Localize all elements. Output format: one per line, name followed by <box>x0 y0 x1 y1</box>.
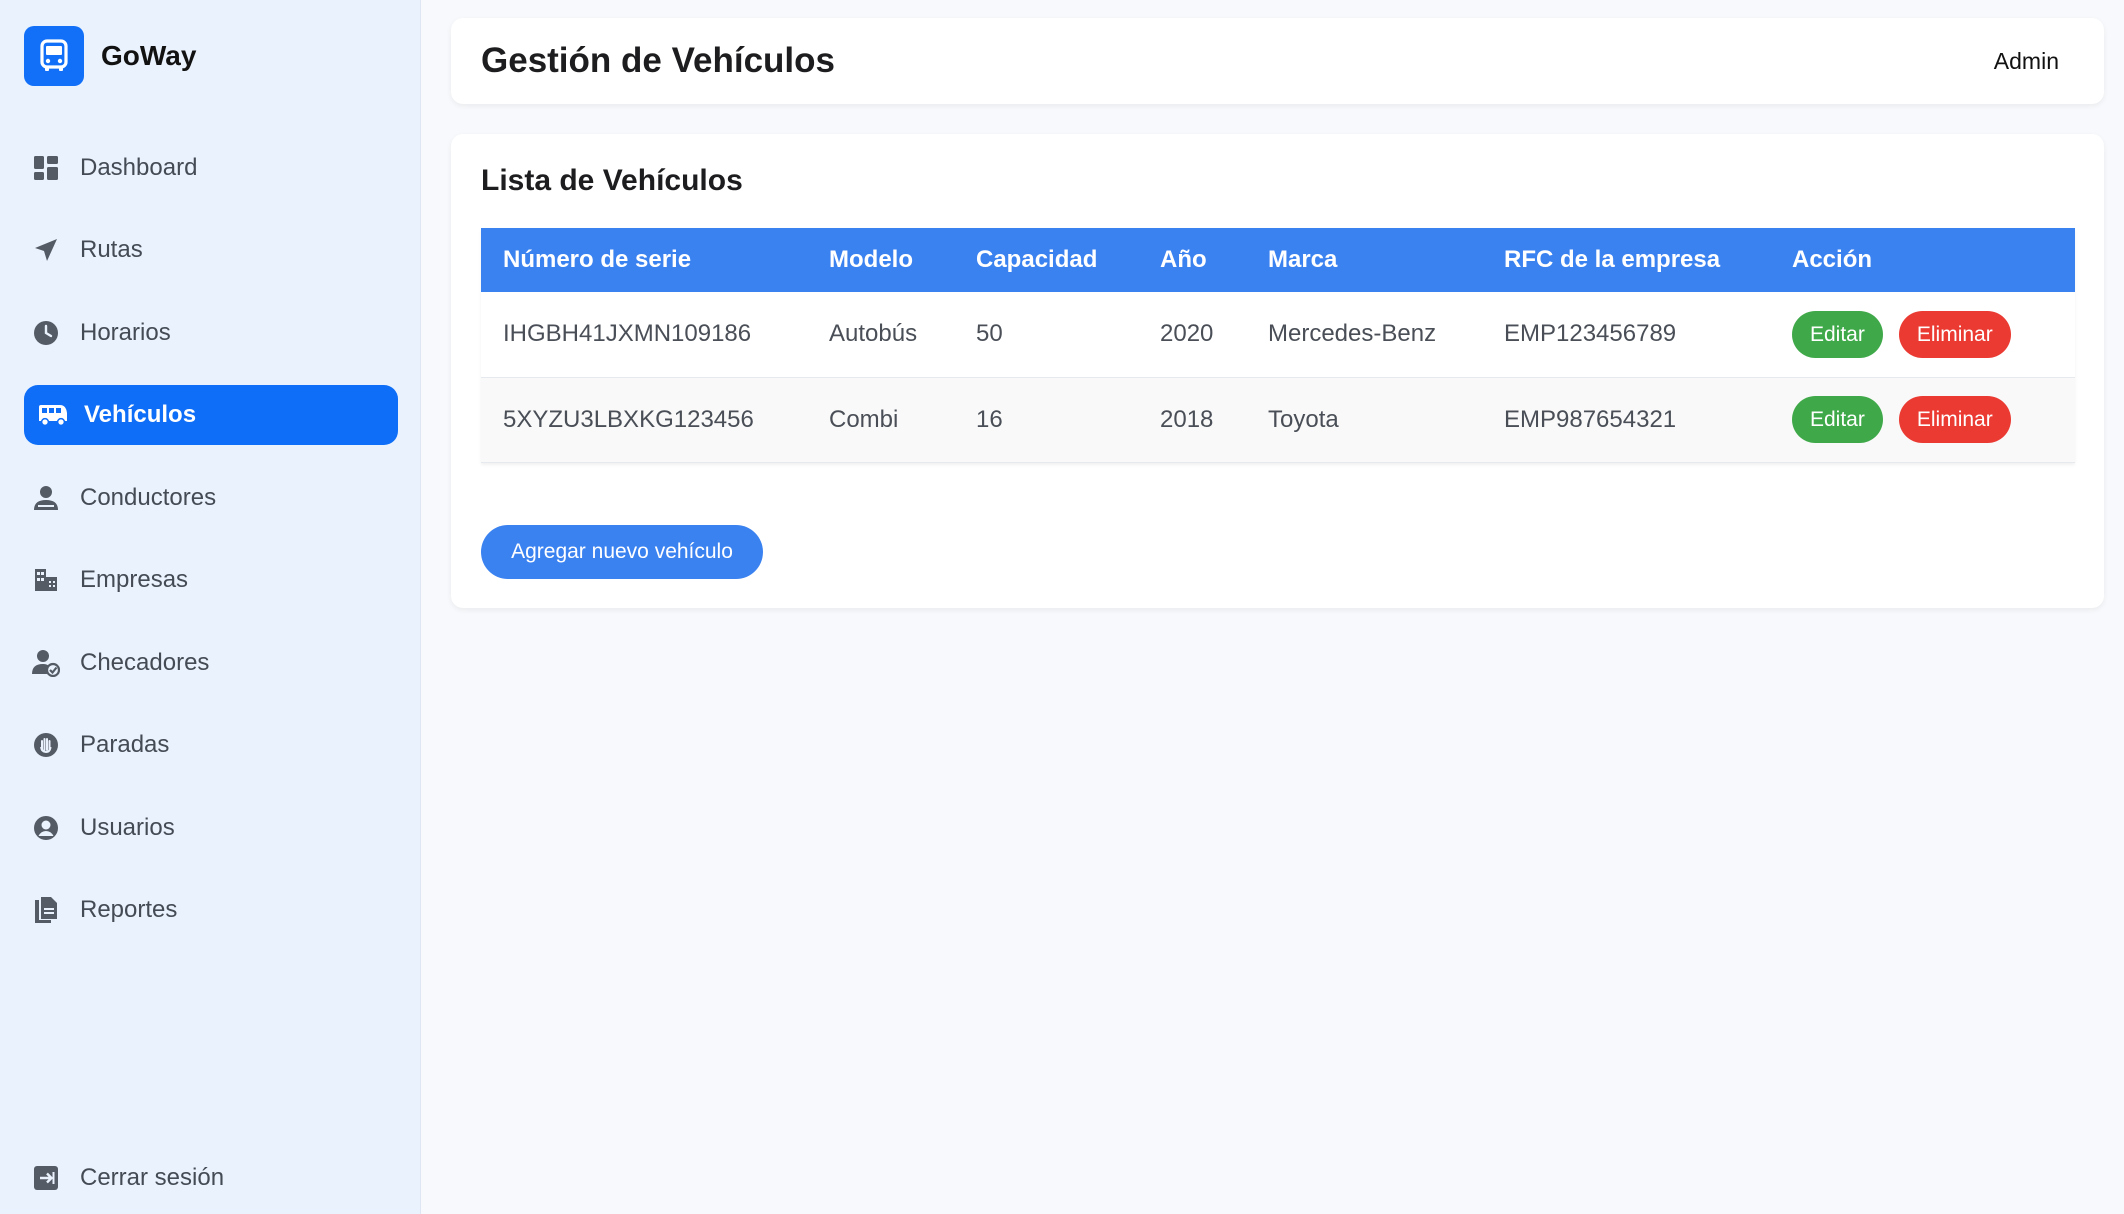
sidebar-item-checadores[interactable]: Checadores <box>24 633 398 693</box>
user-circle-icon <box>31 813 61 843</box>
cell-brand: Toyota <box>1246 377 1482 463</box>
sidebar-item-vehiculos[interactable]: Vehículos <box>24 385 398 445</box>
sidebar-item-rutas[interactable]: Rutas <box>24 220 398 280</box>
edit-button[interactable]: Editar <box>1792 396 1883 443</box>
sidebar-item-label: Rutas <box>80 236 143 263</box>
user-check-icon <box>31 648 61 678</box>
column-header: RFC de la empresa <box>1482 228 1770 292</box>
cell-actions: Editar Eliminar <box>1770 292 2075 378</box>
sidebar-item-horarios[interactable]: Horarios <box>24 303 398 363</box>
logout-button[interactable]: Cerrar sesión <box>24 1148 224 1208</box>
cell-capacity: 16 <box>954 377 1138 463</box>
column-header: Número de serie <box>481 228 807 292</box>
add-vehicle-button[interactable]: Agregar nuevo vehículo <box>481 525 763 579</box>
driver-icon <box>31 483 61 513</box>
sidebar-item-label: Conductores <box>80 484 217 511</box>
sidebar-item-empresas[interactable]: Empresas <box>24 550 398 610</box>
document-copy-icon <box>31 895 61 925</box>
cell-brand: Mercedes-Benz <box>1246 292 1482 378</box>
cell-actions: Editar Eliminar <box>1770 377 2075 463</box>
bus-icon <box>38 400 68 430</box>
card-title: Lista de Vehículos <box>481 164 743 197</box>
sidebar-item-usuarios[interactable]: Usuarios <box>24 798 398 858</box>
column-header: Acción <box>1770 228 2075 292</box>
sidebar-item-conductores[interactable]: Conductores <box>24 468 398 528</box>
bus-icon <box>24 26 84 86</box>
brand-name: GoWay <box>101 40 197 71</box>
delete-button[interactable]: Eliminar <box>1898 396 2011 443</box>
logout-icon <box>31 1163 61 1193</box>
page-title: Gestión de Vehículos <box>481 41 835 80</box>
sidebar-item-label: Horarios <box>80 319 171 346</box>
column-header: Año <box>1138 228 1246 292</box>
cell-serial: 5XYZU3LBXKG123456 <box>481 377 807 463</box>
sidebar-item-label: Empresas <box>80 566 189 593</box>
dashboard-icon <box>31 153 61 183</box>
sidebar-item-label: Checadores <box>80 649 210 676</box>
hand-stop-icon <box>31 730 61 760</box>
app-root: GoWay Dashboard Rutas Horarios Vehículos… <box>0 0 2124 1214</box>
sidebar-item-label: Reportes <box>80 896 178 923</box>
vehicles-table: Número de serie Modelo Capacidad Año Mar… <box>481 228 2075 463</box>
user-menu[interactable]: Admin <box>1994 48 2059 75</box>
sidebar: GoWay Dashboard Rutas Horarios Vehículos… <box>0 0 421 1214</box>
sidebar-item-label: Vehículos <box>84 401 197 428</box>
cell-year: 2020 <box>1138 292 1246 378</box>
sidebar-item-label: Usuarios <box>80 814 175 841</box>
sidebar-item-paradas[interactable]: Paradas <box>24 715 398 775</box>
sidebar-item-reportes[interactable]: Reportes <box>24 880 398 940</box>
clock-icon <box>31 318 61 348</box>
cell-serial: IHGBH41JXMN109186 <box>481 292 807 378</box>
column-header: Marca <box>1246 228 1482 292</box>
navigation-arrow-icon <box>31 235 61 265</box>
edit-button[interactable]: Editar <box>1792 310 1883 358</box>
logout-label: Cerrar sesión <box>80 1164 225 1191</box>
column-header: Modelo <box>807 228 954 292</box>
column-header: Capacidad <box>954 228 1138 292</box>
vehicles-card: Lista de Vehículos Número de serie Model… <box>451 134 2104 608</box>
cell-rfc: EMP987654321 <box>1482 377 1770 463</box>
cell-rfc: EMP123456789 <box>1482 292 1770 378</box>
cell-model: Combi <box>807 377 954 463</box>
cell-model: Autobús <box>807 292 954 378</box>
page-header: Gestión de Vehículos Admin <box>451 18 2104 104</box>
sidebar-item-label: Dashboard <box>80 154 198 181</box>
cell-year: 2018 <box>1138 377 1246 463</box>
building-icon <box>31 565 61 595</box>
table-row: 5XYZU3LBXKG123456 Combi 16 2018 Toyota E… <box>481 377 2075 463</box>
table-header-row: Número de serie Modelo Capacidad Año Mar… <box>481 228 2075 292</box>
sidebar-item-label: Paradas <box>80 731 170 758</box>
delete-button[interactable]: Eliminar <box>1898 310 2011 358</box>
cell-capacity: 50 <box>954 292 1138 378</box>
brand[interactable]: GoWay <box>24 26 196 86</box>
table-row: IHGBH41JXMN109186 Autobús 50 2020 Merced… <box>481 292 2075 378</box>
sidebar-item-dashboard[interactable]: Dashboard <box>24 138 398 198</box>
